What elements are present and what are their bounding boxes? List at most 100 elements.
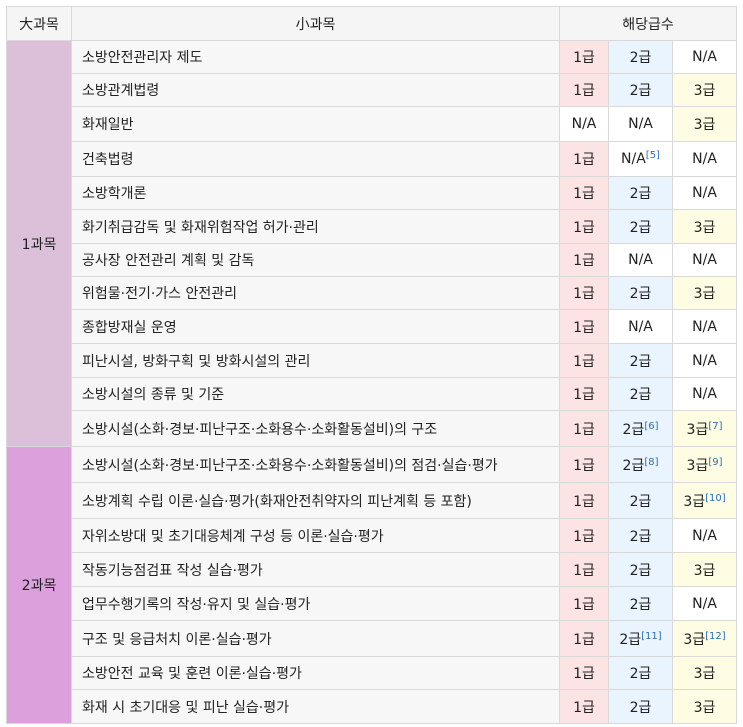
grade-label: 3급 [683,493,706,510]
table-row: 종합방재실 운영 1급 N/A N/A [7,309,738,344]
table-row: 피난시설, 방화구획 및 방화시설의 관리 1급 2급 N/A [7,343,738,378]
footnote-link[interactable]: [11] [641,631,662,642]
table-row: 작동기능점검표 작성 실습·평가 1급 2급 3급 [7,552,738,587]
header-grade: 해당급수 [558,6,738,41]
grade-label: N/A [692,386,717,402]
minor-subject-cell: 화재일반 [71,106,560,142]
table-row: 공사장 안전관리 계획 및 감독 1급 N/A N/A [7,243,738,277]
minor-subject-cell: 공사장 안전관리 계획 및 감독 [71,243,560,277]
grade-label: 2급 [629,50,652,66]
grade-label: 3급 [693,286,716,302]
grade-label: N/A [628,116,653,132]
grade-cell: N/A [671,243,738,277]
grade-label: 1급 [573,83,595,99]
grade-label: 1급 [573,353,595,370]
grade-cell: 2급 [608,209,673,244]
grade-cell: 3급[9] [671,446,738,483]
grade-label: 2급 [629,83,652,99]
grade-label: 3급 [693,117,716,133]
grade-cell: 2급 [608,276,673,310]
grade-cell: N/A [608,106,673,142]
footnote-link[interactable]: [5] [646,150,660,161]
table-row: 위험물·전기·가스 안전관리 1급 2급 3급 [7,276,738,310]
footnote-link[interactable]: [12] [705,631,726,642]
grade-cell: 2급 [608,482,673,519]
grade-cell: 3급[10] [671,482,738,519]
grade-label: N/A [692,318,717,335]
grade-label: 2급 [629,528,652,545]
grade-cell: 1급 [559,141,609,177]
grade-label: N/A [692,49,717,65]
footnote-link[interactable]: [10] [705,493,726,504]
table-row: 자위소방대 및 초기대응체계 구성 등 이론·실습·평가 1급 2급 N/A [7,518,738,553]
grade-cell: 3급 [671,656,738,690]
grade-cell: 1급 [559,309,609,344]
grade-label: N/A [628,252,653,268]
grade-label: 1급 [573,286,595,302]
table-row: 구조 및 응급처치 이론·실습·평가 1급 2급[11] 3급[12] [7,620,738,657]
footnote-link[interactable]: [8] [644,457,658,468]
grade-cell: N/A [608,243,673,277]
footnote-link[interactable]: [9] [708,457,722,468]
minor-subject-cell: 자위소방대 및 초기대응체계 구성 등 이론·실습·평가 [71,518,560,553]
minor-subject-cell: 건축법령 [71,141,560,177]
grade-cell: 1급 [559,377,609,411]
minor-subject-cell: 소방안전관리자 제도 [71,40,560,74]
curriculum-table: 大과목 小과목 해당급수 1과목 소방안전관리자 제도 1급 2급 N/A 소방관계법령 1… [6,6,738,724]
grade-label: 1급 [573,253,595,269]
grade-cell: 2급[8] [608,446,673,483]
grade-label: 1급 [573,631,595,648]
table-row: 소방관계법령 1급 2급 3급 [7,73,738,107]
grade-label: 2급 [629,699,652,716]
grade-label: 3급 [693,699,716,716]
grade-cell: 1급 [559,482,609,519]
grade-cell: 1급 [559,689,609,724]
minor-subject-cell: 작동기능점검표 작성 실습·평가 [71,552,560,587]
minor-subject-cell: 소방시설(소화·경보·피난구조·소화용수·소화활동설비)의 점검·실습·평가 [71,446,560,483]
grade-cell: 2급[6] [608,410,673,447]
grade-label: 2급 [619,631,642,648]
grade-label: 3급 [686,457,709,474]
grade-label: 1급 [573,219,595,236]
grade-label: N/A [692,352,717,369]
grade-label: 1급 [573,493,595,510]
grade-cell: 1급 [559,73,609,107]
grade-cell: 3급 [671,276,738,310]
grade-cell: N/A [671,343,738,378]
grade-label: 2급 [629,562,652,579]
table-body: 1과목 소방안전관리자 제도 1급 2급 N/A 소방관계법령 1급 2급 3급 화재일반 N/A N… [6,40,738,724]
grade-cell: N/A [671,141,738,177]
table-row: 건축법령 1급 N/A[5] N/A [7,141,738,177]
grade-cell: 2급 [608,40,673,74]
grade-label: 2급 [629,219,652,236]
grade-cell: N/A [671,176,738,210]
grade-label: 1급 [573,319,595,336]
grade-cell: N/A [671,309,738,344]
grade-cell: 3급 [671,209,738,244]
table-row: 소방안전 교육 및 훈련 이론·실습·평가 1급 2급 3급 [7,656,738,690]
grade-cell: 2급 [608,73,673,107]
footnote-link[interactable]: [7] [708,421,722,432]
grade-cell: N/A [608,309,673,344]
footnote-link[interactable]: [6] [644,421,658,432]
grade-cell: 1급 [559,176,609,210]
minor-subject-cell: 소방시설(소화·경보·피난구조·소화용수·소화활동설비)의 구조 [71,410,560,447]
grade-cell: 2급 [608,377,673,411]
major-subject-cell: 1과목 [6,40,72,447]
grade-cell: 2급[11] [608,620,673,657]
major-subject-cell: 2과목 [6,446,72,724]
minor-subject-cell: 업무수행기록의 작성·유지 및 실습·평가 [71,586,560,621]
table-row: 소방학개론 1급 2급 N/A [7,176,738,210]
minor-subject-cell: 구조 및 응급처치 이론·실습·평가 [71,620,560,657]
grade-cell: 1급 [559,656,609,690]
grade-cell: 3급 [671,689,738,724]
table-row: 화재일반 N/A N/A 3급 [7,106,738,142]
table-row: 2과목 소방시설(소화·경보·피난구조·소화용수·소화활동설비)의 점검·실습·평… [6,446,738,724]
table-row: 화재 시 초기대응 및 피난 실습·평가 1급 2급 3급 [7,689,738,724]
grade-label: 3급 [683,631,706,648]
grade-label: 3급 [693,666,716,682]
minor-subject-cell: 소방시설의 종류 및 기준 [71,377,560,411]
minor-subject-cell: 위험물·전기·가스 안전관리 [71,276,560,310]
table-row: 업무수행기록의 작성·유지 및 실습·평가 1급 2급 N/A [7,586,738,621]
grade-cell: 1급 [559,620,609,657]
